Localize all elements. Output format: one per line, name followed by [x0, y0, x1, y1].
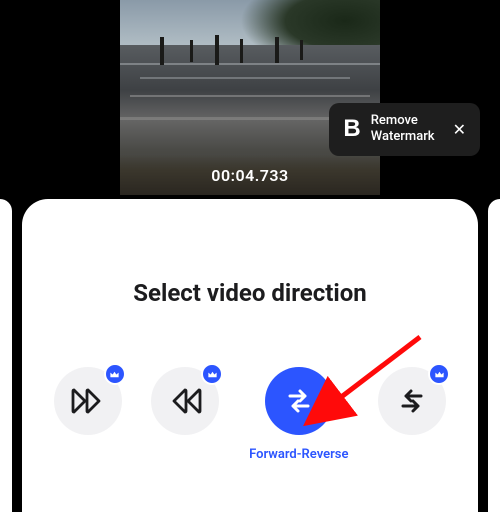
prev-panel-edge[interactable]	[0, 199, 12, 512]
watermark-label: Remove Watermark	[371, 113, 435, 146]
direction-panel: Select video direction	[22, 199, 478, 512]
remove-watermark-banner[interactable]: B Remove Watermark ✕	[329, 103, 480, 156]
premium-badge-icon	[201, 363, 223, 385]
options-row: Forward-Reverse	[42, 367, 458, 462]
option-reverse[interactable]	[151, 367, 219, 435]
panel-title: Select video direction	[133, 279, 367, 307]
swap-arrows-icon	[281, 386, 317, 416]
close-icon[interactable]: ✕	[453, 120, 466, 139]
option-forward-reverse[interactable]: Forward-Reverse	[249, 367, 348, 462]
rewind-icon	[168, 386, 202, 416]
premium-badge-icon	[104, 363, 126, 385]
premium-badge-icon	[428, 363, 450, 385]
watermark-brand-icon: B	[343, 117, 360, 141]
option-reverse-forward[interactable]	[378, 367, 446, 435]
option-forward[interactable]	[54, 367, 122, 435]
fast-forward-icon	[71, 386, 105, 416]
option-label: Forward-Reverse	[249, 447, 348, 462]
swap-arrows-alt-icon	[394, 386, 430, 416]
next-panel-edge[interactable]	[488, 199, 500, 512]
video-preview[interactable]: 00:04.733	[120, 0, 380, 195]
timestamp: 00:04.733	[211, 166, 288, 185]
